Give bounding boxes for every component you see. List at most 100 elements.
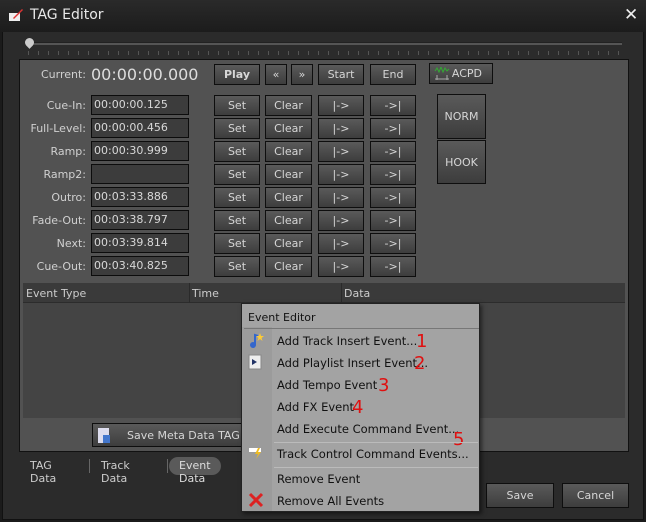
tab-divider [89, 459, 90, 473]
clear-button[interactable]: Clear [265, 233, 312, 254]
menu-item[interactable]: Track Control Command Events... [277, 447, 469, 461]
column-time[interactable]: Time [192, 287, 219, 300]
red-x-icon [248, 492, 264, 508]
cue-time-field[interactable]: 00:00:30.999 [91, 141, 189, 161]
cue-time-field[interactable]: 00:00:00.125 [91, 95, 189, 115]
lightning-icon [248, 445, 264, 461]
goto-out-button[interactable]: ->| [370, 164, 416, 185]
goto-out-button[interactable]: ->| [370, 233, 416, 254]
cue-time-field[interactable]: 00:03:33.886 [91, 187, 189, 207]
goto-out-button[interactable]: ->| [370, 141, 416, 162]
cue-time-field[interactable]: 00:03:39.814 [91, 233, 189, 253]
cue-label: Ramp2: [43, 168, 86, 181]
menu-item[interactable]: Add Track Insert Event... [277, 334, 417, 348]
menu-separator [274, 467, 478, 468]
goto-in-button[interactable]: |-> [318, 118, 364, 139]
cancel-button[interactable]: Cancel [562, 483, 629, 508]
set-button[interactable]: Set [214, 141, 260, 162]
cue-label: Fade-Out: [32, 214, 86, 227]
goto-out-button[interactable]: ->| [370, 256, 416, 277]
menu-item[interactable]: Add FX Event [277, 400, 354, 414]
end-button[interactable]: End [370, 64, 416, 85]
playlist-icon [248, 354, 264, 370]
goto-out-button[interactable]: ->| [370, 95, 416, 116]
goto-in-button[interactable]: |-> [318, 95, 364, 116]
current-time: 00:00:00.000 [91, 65, 199, 84]
clear-button[interactable]: Clear [265, 187, 312, 208]
annotation-number: 3 [378, 375, 390, 396]
slider-ticks [28, 51, 622, 55]
acpd-button[interactable]: ACPD [429, 63, 493, 84]
cue-label: Next: [56, 237, 86, 250]
acpd-label: ACPD [451, 67, 482, 80]
window-title: TAG Editor [30, 7, 104, 23]
cue-label: Cue-In: [46, 99, 86, 112]
play-button[interactable]: Play [214, 64, 260, 85]
clear-button[interactable]: Clear [265, 210, 312, 231]
tab-divider [167, 459, 168, 473]
cue-time-field[interactable]: 00:00:00.456 [91, 118, 189, 138]
cue-label: Full-Level: [30, 122, 86, 135]
annotation-number: 2 [414, 353, 426, 374]
set-button[interactable]: Set [214, 164, 260, 185]
set-button[interactable]: Set [214, 95, 260, 116]
goto-out-button[interactable]: ->| [370, 210, 416, 231]
goto-in-button[interactable]: |-> [318, 141, 364, 162]
clear-button[interactable]: Clear [265, 141, 312, 162]
menu-title-separator [244, 328, 479, 329]
event-editor-context-menu: Event Editor Add Track Insert Event... 1 A… [241, 303, 480, 512]
menu-title: Event Editor [248, 311, 316, 324]
goto-in-button[interactable]: |-> [318, 210, 364, 231]
goto-in-button[interactable]: |-> [318, 187, 364, 208]
menu-item[interactable]: Add Playlist Insert Event... [277, 356, 428, 370]
goto-in-button[interactable]: |-> [318, 256, 364, 277]
rewind-button[interactable]: « [265, 64, 287, 85]
goto-in-button[interactable]: |-> [318, 233, 364, 254]
close-icon[interactable]: ✕ [624, 5, 638, 25]
annotation-number: 4 [352, 397, 364, 418]
clear-button[interactable]: Clear [265, 256, 312, 277]
clear-button[interactable]: Clear [265, 164, 312, 185]
set-button[interactable]: Set [214, 118, 260, 139]
forward-button[interactable]: » [291, 64, 313, 85]
hook-button[interactable]: HOOK [437, 140, 486, 184]
column-event-type[interactable]: Event Type [26, 287, 86, 300]
tab-track-data[interactable]: Track Data [91, 457, 140, 485]
set-button[interactable]: Set [214, 210, 260, 231]
norm-button[interactable]: NORM [437, 94, 486, 139]
goto-out-button[interactable]: ->| [370, 118, 416, 139]
cue-label: Cue-Out: [36, 260, 86, 273]
position-slider[interactable] [28, 42, 622, 45]
cue-time-field[interactable]: 00:03:38.797 [91, 210, 189, 230]
goto-in-button[interactable]: |-> [318, 164, 364, 185]
column-divider [341, 283, 342, 303]
set-button[interactable]: Set [214, 187, 260, 208]
save-button[interactable]: Save [486, 483, 554, 508]
music-note-star-icon [248, 332, 264, 348]
waveform-icon [434, 65, 450, 81]
save-meta-label: Save Meta Data TAG [127, 428, 240, 442]
cue-time-field[interactable] [91, 164, 189, 184]
cue-label: Ramp: [50, 145, 86, 158]
current-label: Current: [40, 68, 86, 81]
set-button[interactable]: Set [214, 256, 260, 277]
column-divider [189, 283, 190, 303]
menu-item[interactable]: Remove Event [277, 472, 360, 486]
save-meta-data-tag-button[interactable]: Save Meta Data TAG [92, 423, 252, 447]
start-button[interactable]: Start [318, 64, 364, 85]
save-tag-icon [97, 427, 111, 444]
menu-separator [274, 442, 478, 443]
column-data[interactable]: Data [344, 287, 370, 300]
menu-item[interactable]: Add Tempo Event [277, 378, 377, 392]
tab-tag-data[interactable]: TAG Data [20, 457, 66, 485]
event-table-header: Event Type Time Data [23, 283, 625, 303]
menu-item[interactable]: Add Execute Command Event... [277, 422, 459, 436]
clear-button[interactable]: Clear [265, 118, 312, 139]
menu-item[interactable]: Remove All Events [277, 494, 384, 508]
tab-event-data[interactable]: Event Data [169, 457, 221, 485]
goto-out-button[interactable]: ->| [370, 187, 416, 208]
cue-time-field[interactable]: 00:03:40.825 [91, 256, 189, 276]
clear-button[interactable]: Clear [265, 95, 312, 116]
cue-label: Outro: [51, 191, 86, 204]
set-button[interactable]: Set [214, 233, 260, 254]
